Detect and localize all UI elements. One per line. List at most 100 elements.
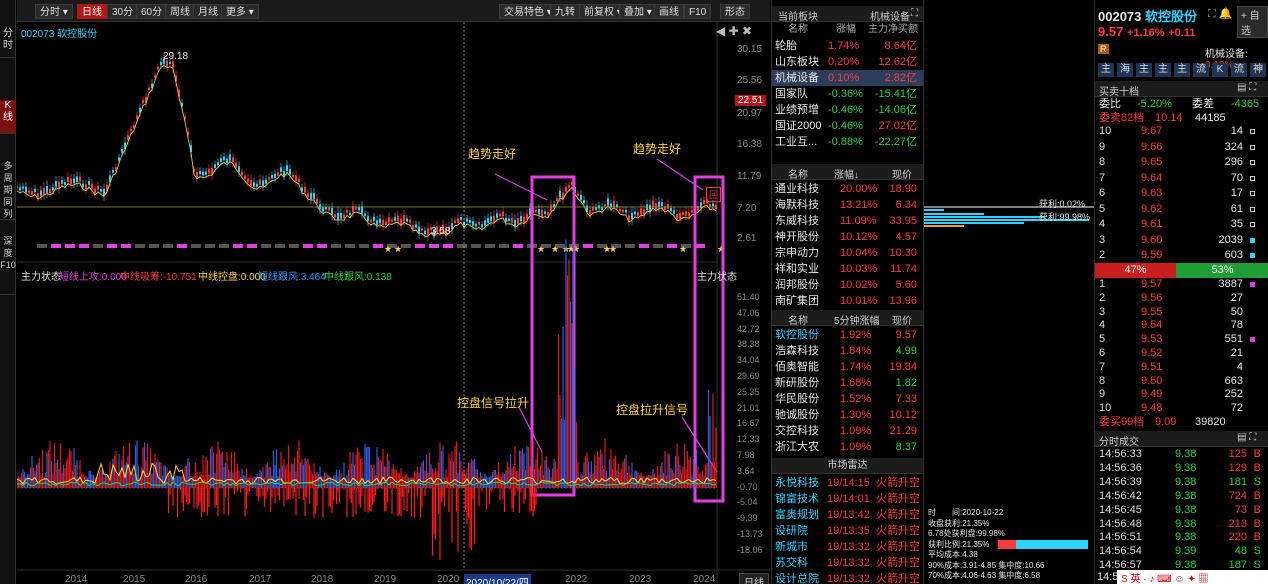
radar-row[interactable]: 锦富技术 19/14:01 火箭升空 [772, 491, 923, 507]
ask-row[interactable]: 3 9.60 2039 [1095, 233, 1268, 248]
quote-tab[interactable]: 主 [1155, 63, 1171, 77]
period-weekly-button[interactable]: 周线 [165, 4, 195, 19]
tab-timeshare[interactable]: 分时 [0, 28, 16, 58]
sector-col-header: 名称 涨幅 主力净买额 [772, 22, 923, 38]
ask-volume: 35 [1230, 218, 1243, 230]
gainers-row[interactable]: 东威科技 11.09% 33.95 [772, 213, 923, 229]
stock-price-line: 9.57 +1.16% +0.11 [1098, 24, 1195, 39]
ask-row[interactable]: 6 9.63 17 [1095, 186, 1268, 201]
bid-row[interactable]: 9 9.49 252 [1095, 387, 1268, 402]
radar-row[interactable]: 设研院 19/13:35 火箭升空 [772, 523, 923, 539]
radar-row[interactable]: 新城市 19/13:32 火箭升空 [772, 539, 923, 555]
bid-row[interactable]: 2 9.56 27 [1095, 291, 1268, 306]
fivemin-row[interactable]: 华民股份 1.52% 7.33 [772, 391, 923, 407]
quote-tab[interactable]: 主 [1174, 63, 1190, 77]
fivemin-row[interactable]: 佰奥智能 1.74% 19.84 [772, 359, 923, 375]
kline-svg[interactable]: ★★★★★★★★★★★ [16, 22, 770, 584]
sector-row[interactable]: 山东板块 0.20% 12.62亿 [772, 54, 923, 70]
fivemin-row[interactable]: 软控股份 1.92% 9.57 [772, 327, 923, 343]
pattern-button[interactable]: 形态 [720, 4, 750, 19]
period-monthly-button[interactable]: 月线 [193, 4, 223, 19]
f10-button[interactable]: F10 [684, 4, 712, 19]
radar-row[interactable]: 富奥规划 19/13:42 火箭升空 [772, 507, 923, 523]
expand-icon[interactable]: ⛶ [911, 8, 918, 19]
bid-row[interactable]: 10 9.48 72 [1095, 401, 1268, 416]
bid-row[interactable]: 5 9.53 551 [1095, 332, 1268, 347]
ask-level: 10 [1099, 125, 1112, 137]
bid-row[interactable]: 1 9.57 3887 [1095, 277, 1268, 292]
period-daily-button[interactable]: 日线 [77, 4, 107, 19]
period-indicator-button[interactable]: 日线 [739, 573, 769, 584]
radar-row[interactable]: 苏交科 19/13:32 火箭升空 [772, 555, 923, 571]
sector-row[interactable]: 轮胎 1.74% 8.64亿 [772, 38, 923, 54]
sector-row[interactable]: 机械设备 0.10% 2.82亿 [772, 70, 923, 86]
quote-tab[interactable]: 流 [1231, 63, 1247, 77]
radar-row[interactable]: 设计总院 19/13:32 火箭升空 [772, 571, 923, 584]
stock-name: 软控股份 [1145, 9, 1198, 24]
quote-tab[interactable]: 主 [1098, 63, 1114, 77]
bid-row[interactable]: 7 9.51 4 [1095, 360, 1268, 375]
period-60min-button[interactable]: 60分 [136, 4, 168, 19]
sector-row[interactable]: 国家队 -0.36% -15.41亿 [772, 86, 923, 102]
period-more-dropdown[interactable]: 更多 ▾ [221, 4, 259, 19]
chart-nav-icons[interactable]: ◀ ✚ ✖ [716, 24, 752, 38]
sector-header: 当前板块 机械设备 ⛶ [772, 6, 923, 23]
stock-header-icons[interactable]: ⛶ 🔔 [1208, 7, 1232, 21]
kline-chart-area[interactable]: ★★★★★★★★★★★ 002073 软控股份 ◀ ✚ ✖ 29.18 3.58… [16, 22, 770, 584]
stock-change: 1.09% [840, 441, 872, 453]
orderbook-toggle-icons[interactable]: ▤ ⛶ [1237, 82, 1256, 93]
ask-row[interactable]: 7 9.64 70 [1095, 171, 1268, 186]
ask-row[interactable]: 2 9.59 603 [1095, 248, 1268, 263]
quote-tab[interactable]: 主 [1136, 63, 1152, 77]
ask-row[interactable]: 4 9.61 35 [1095, 217, 1268, 232]
sector-row[interactable]: 业绩预增 -0.46% -14.06亿 [772, 102, 923, 118]
fivemin-row[interactable]: 新研股份 1.68% 1.82 [772, 375, 923, 391]
gainers-row[interactable]: 南矿集团 10.01% 13.96 [772, 293, 923, 309]
gainers-row[interactable]: 润邦股份 10.02% 5.60 [772, 277, 923, 293]
gainers-row[interactable]: 宗申动力 10.04% 10.30 [772, 245, 923, 261]
quote-tab[interactable]: 神 [1250, 63, 1266, 77]
ime-toolbar[interactable]: S 英 · ♪ ⌨ ☺ ✦ ▦ [1117, 570, 1268, 584]
sector-header-industry[interactable]: 机械设备 [870, 8, 910, 23]
self-select-button[interactable]: + 自选 [1237, 6, 1268, 38]
fivemin-row[interactable]: 驰诚股份 1.30% 10.12 [772, 407, 923, 423]
gainers-row[interactable]: 神开股份 10.12% 4.57 [772, 229, 923, 245]
quote-tab[interactable]: K [1212, 63, 1228, 77]
indicator-title: 主力状态 [21, 272, 61, 283]
nine-turn-button[interactable]: 九转 [550, 4, 580, 19]
trade-feature-dropdown[interactable]: 交易特色 ▾ [499, 4, 557, 19]
overlay-dropdown[interactable]: 叠加 ▾ [619, 4, 657, 19]
ask-row[interactable]: 5 9.62 61 [1095, 202, 1268, 217]
tab-multi-period[interactable]: 多周期同列 [0, 160, 16, 220]
ask-row[interactable]: 10 9.67 14 [1095, 124, 1268, 139]
fivemin-row[interactable]: 浩森科技 1.84% 4.99 [772, 343, 923, 359]
quote-tab[interactable]: 流 [1193, 63, 1209, 77]
sector-panel: 当前板块 机械设备 ⛶ 市场雷达 名称 涨幅 主力净买额 轮胎 1.74% 8.64亿 山东… [771, 0, 923, 584]
sector-row[interactable]: 工业互... -0.88% -22.27亿 [772, 134, 923, 150]
stock-name: 海默科技 [775, 199, 819, 211]
tab-f10[interactable]: 深度F10 [0, 235, 16, 295]
gainers-row[interactable]: 海默科技 13.21% 6.34 [772, 197, 923, 213]
quote-tab[interactable]: 海 [1117, 63, 1133, 77]
ask-row[interactable]: 8 9.65 296 [1095, 155, 1268, 170]
fivemin-row[interactable]: 浙江大农 1.09% 8.37 [772, 439, 923, 455]
svg-text:★: ★ [609, 244, 617, 254]
chip-profit-top: 获利:0.02% [1039, 199, 1086, 209]
stock-change: 1.30% [840, 409, 872, 421]
gainers-row[interactable]: 祥和实业 10.03% 11.74 [772, 261, 923, 277]
ticks-toggle-icons[interactable]: ▤ ⛶ [1237, 432, 1256, 443]
bid-row[interactable]: 8 9.50 663 [1095, 374, 1268, 389]
period-timeshare-dropdown[interactable]: 分时 ▾ [35, 4, 73, 19]
draw-line-button[interactable]: 画线 [654, 4, 684, 19]
radar-row[interactable]: 永悦科技 19/14:15 火箭升空 [772, 475, 923, 491]
period-30min-button[interactable]: 30分 [107, 4, 139, 19]
fivemin-row[interactable]: 交控科技 1.09% 21.29 [772, 423, 923, 439]
sector-change: -0.46% [828, 104, 863, 116]
sector-row[interactable]: 国证2000 -0.46% 27.02亿 [772, 118, 923, 134]
bid-row[interactable]: 3 9.55 50 [1095, 305, 1268, 320]
bid-row[interactable]: 4 9.54 78 [1095, 318, 1268, 333]
ask-row[interactable]: 9 9.66 324 [1095, 140, 1268, 155]
gainers-row[interactable]: 通业科技 20.00% 18.90 [772, 181, 923, 197]
tab-kline[interactable]: K线 [0, 100, 16, 134]
bid-row[interactable]: 6 9.52 21 [1095, 346, 1268, 361]
